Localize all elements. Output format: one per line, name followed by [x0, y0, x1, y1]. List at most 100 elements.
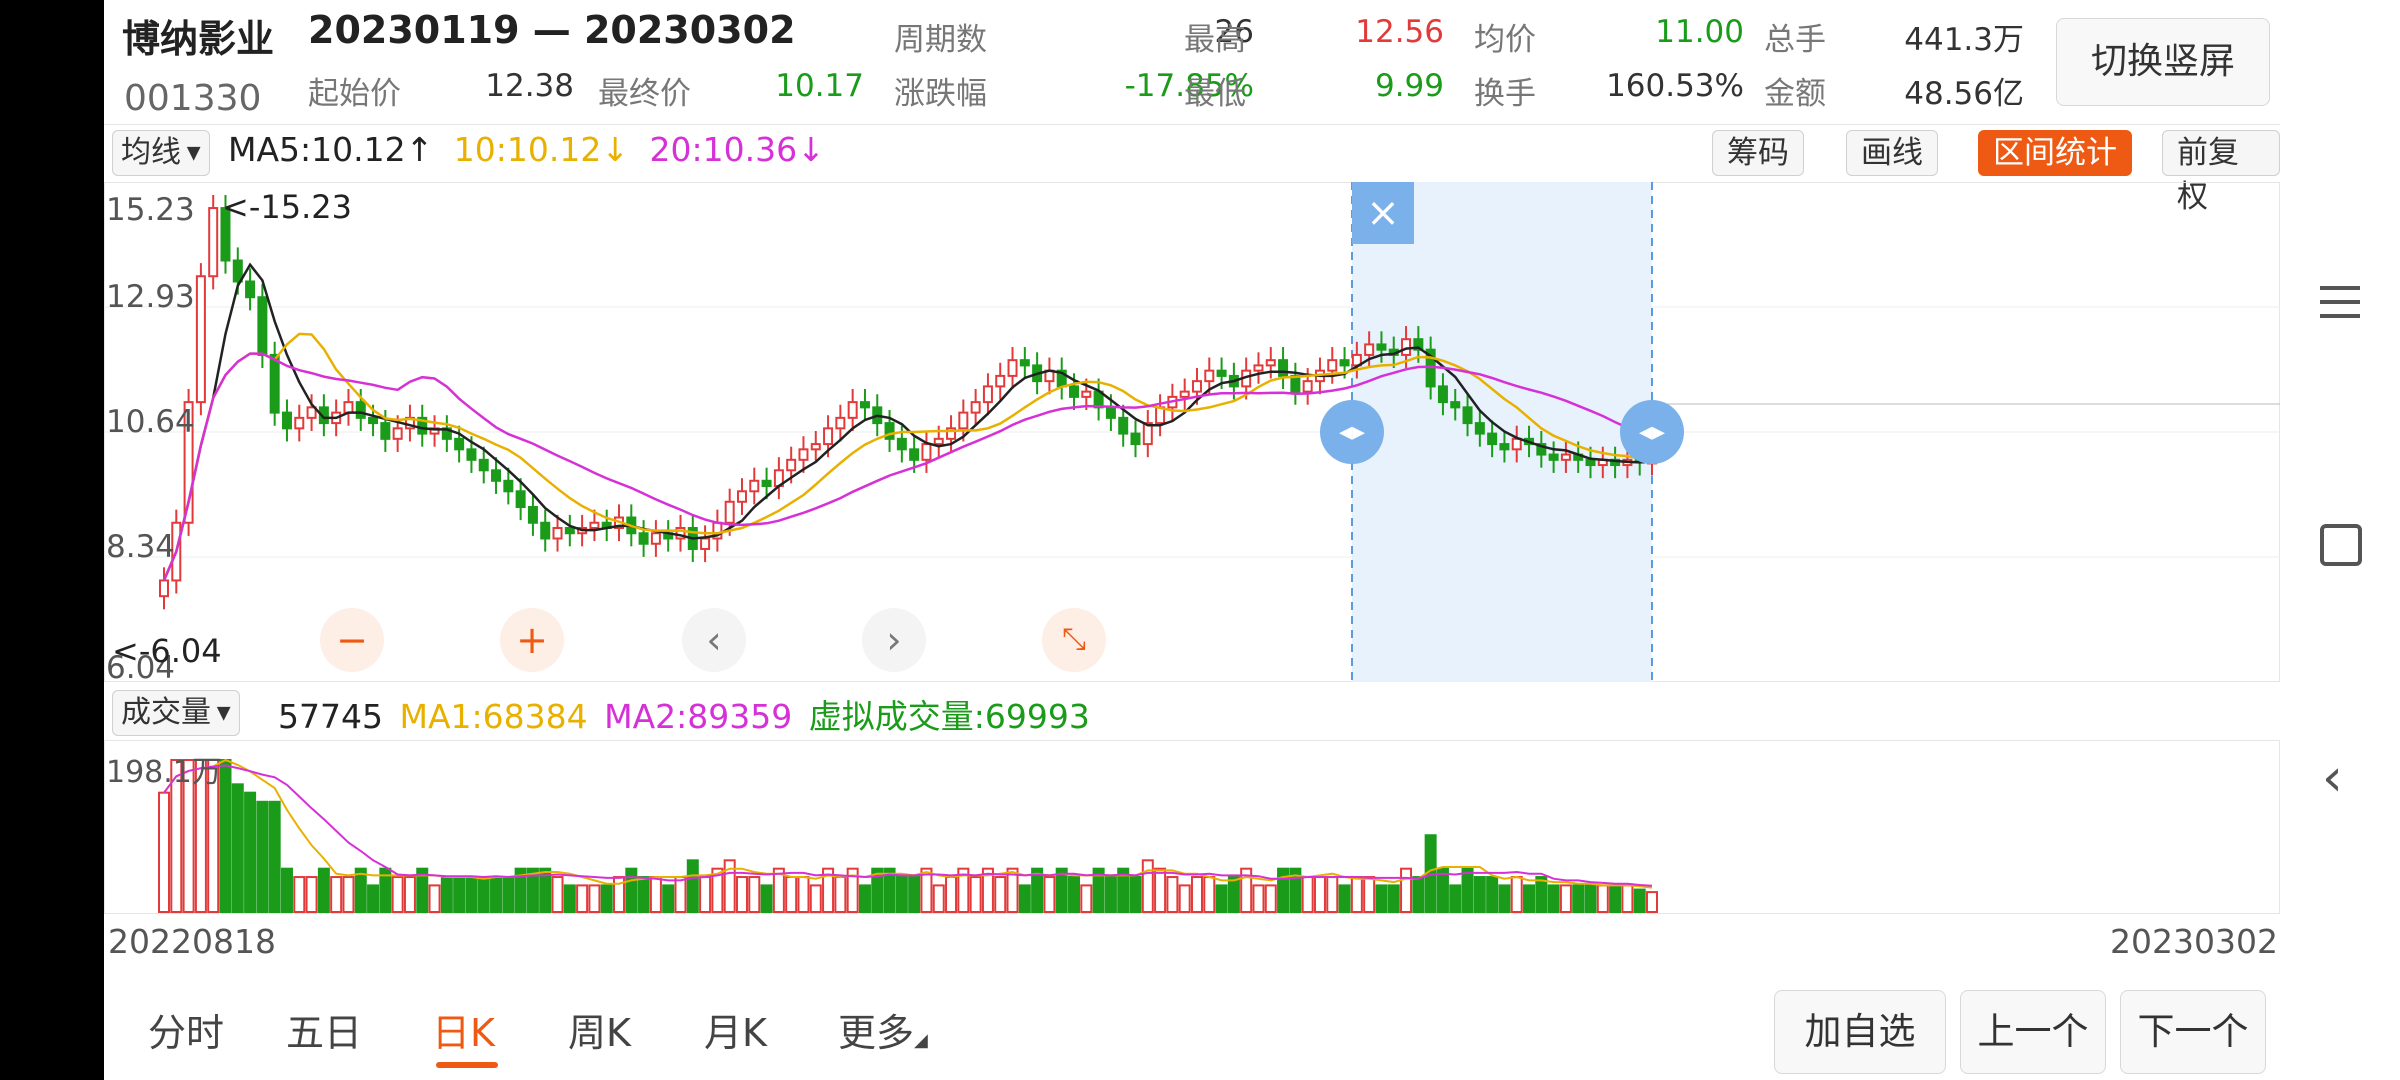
volume-bar	[1080, 884, 1093, 913]
price-axis-label-2: 12.93	[106, 279, 195, 315]
volume-bar	[1313, 876, 1326, 913]
price-axis-label-3: 10.64	[106, 404, 195, 440]
volume-bar	[502, 876, 515, 913]
home-icon[interactable]	[2320, 524, 2362, 566]
volume-bar	[576, 884, 589, 913]
volume-bar	[1646, 891, 1658, 913]
candle-body	[700, 537, 711, 550]
volume-bar	[1449, 884, 1462, 913]
tab-five-day[interactable]: 五日	[286, 1002, 362, 1057]
reset-zoom-button[interactable]: ⤡	[1042, 608, 1106, 672]
stock-name: 博纳影业	[122, 17, 275, 61]
stat-label-low: 最低	[1184, 76, 1246, 112]
range-selection[interactable]	[1352, 182, 1652, 682]
draw-line-button[interactable]: 画线	[1846, 130, 1938, 176]
volume-bar	[748, 876, 761, 913]
volume-bar	[268, 800, 281, 913]
range-left-handle[interactable]: ◂▸	[1320, 400, 1384, 464]
tab-daily-k[interactable]: 日K	[432, 1002, 495, 1057]
stat-value-low: 9.99	[1374, 68, 1444, 104]
switch-portrait-button[interactable]: 切换竖屏	[2056, 18, 2270, 106]
volume-bar	[625, 867, 638, 913]
volume-bar	[1203, 876, 1216, 913]
drag-handle-icon: ◂▸	[1638, 417, 1666, 447]
zoom-in-button[interactable]: +	[500, 608, 564, 672]
candle-body	[355, 401, 366, 419]
zoom-out-button[interactable]: −	[320, 608, 384, 672]
candle-body	[1191, 380, 1202, 393]
tab-monthly-k[interactable]: 月K	[704, 1002, 767, 1057]
volume-bar	[1436, 867, 1449, 913]
tab-weekly-k[interactable]: 周K	[568, 1002, 631, 1057]
close-icon: ×	[1366, 190, 1400, 236]
candle-body	[281, 411, 292, 430]
kline-chart[interactable]: 15.23 12.93 10.64 8.34 6.04 <-15.23 <-6.…	[104, 182, 2280, 682]
volume-bar	[686, 859, 699, 913]
volume-bar	[1252, 884, 1265, 913]
next-stock-button[interactable]: 下一个	[2120, 990, 2266, 1074]
tab-intraday[interactable]: 分时	[148, 1002, 224, 1057]
volume-bar	[908, 876, 921, 913]
volume-bar	[391, 876, 404, 913]
volume-indicator-selector[interactable]: 成交量 ▼	[112, 690, 240, 736]
candle-body	[1474, 422, 1485, 435]
candle-body	[810, 443, 821, 451]
range-stats-button[interactable]: 区间统计	[1978, 130, 2132, 176]
stat-label-avg: 均价	[1474, 22, 1536, 58]
ma20-value: 20:10.36	[649, 130, 798, 169]
indicator-selector[interactable]: 均线 ▼	[112, 130, 210, 176]
candle-body	[1548, 453, 1559, 461]
volume-ma1: MA1:68384	[399, 697, 588, 736]
volume-ma2: MA2:89359	[604, 697, 793, 736]
volume-bar	[563, 884, 576, 913]
chips-button[interactable]: 筹码	[1712, 130, 1804, 176]
candle-body	[859, 401, 870, 409]
tab-more[interactable]: 更多◢	[838, 1002, 928, 1057]
chevron-right-icon: ›	[886, 618, 902, 662]
volume-bar	[256, 800, 269, 913]
candle-body	[1265, 359, 1276, 367]
pan-right-button[interactable]: ›	[862, 608, 926, 672]
volume-bar	[453, 876, 466, 913]
volume-chart[interactable]: 198.1万	[104, 740, 2280, 914]
previous-stock-button[interactable]: 上一个	[1960, 990, 2106, 1074]
volume-bar	[1559, 884, 1572, 913]
stat-label-cycles: 周期数	[894, 22, 987, 58]
candle-body	[478, 458, 489, 472]
collapse-icon: ⤡	[1062, 622, 1086, 657]
volume-bar	[1129, 876, 1142, 913]
range-right-handle[interactable]: ◂▸	[1620, 400, 1684, 464]
candle-body	[208, 207, 219, 278]
volume-bar	[1572, 884, 1585, 913]
candle-body	[1105, 406, 1116, 419]
pan-left-button[interactable]: ‹	[682, 608, 746, 672]
forward-adjust-button[interactable]: 前复权	[2162, 130, 2280, 215]
candle-body	[503, 479, 514, 493]
volume-bar	[244, 791, 257, 913]
candle-body	[1585, 458, 1596, 467]
menu-icon[interactable]	[2320, 286, 2360, 318]
candle-body	[1081, 390, 1092, 398]
max-price-marker: <-15.23	[222, 188, 352, 226]
volume-bar	[1326, 876, 1339, 913]
caret-down-icon: ▼	[211, 702, 231, 724]
ma20-arrow-icon: ↓	[797, 130, 825, 169]
volume-bar	[1609, 884, 1622, 913]
add-watchlist-button[interactable]: 加自选	[1774, 990, 1946, 1074]
active-tab-indicator	[436, 1062, 498, 1068]
volume-bar	[1043, 876, 1056, 913]
candle-body	[195, 275, 206, 404]
candle-body	[269, 353, 280, 414]
candle-body	[736, 490, 747, 503]
stat-label-close: 最终价	[598, 76, 691, 112]
candle-body	[1253, 364, 1264, 372]
range-close-button[interactable]: ×	[1352, 182, 1414, 244]
volume-bar	[342, 876, 355, 913]
candle-body	[724, 500, 735, 524]
volume-bar	[1523, 884, 1536, 913]
volume-bar	[1510, 876, 1523, 913]
candle-body	[1130, 432, 1141, 446]
back-icon[interactable]: ‹	[2322, 752, 2343, 804]
volume-bar	[588, 884, 601, 913]
volume-bar	[1264, 884, 1277, 913]
